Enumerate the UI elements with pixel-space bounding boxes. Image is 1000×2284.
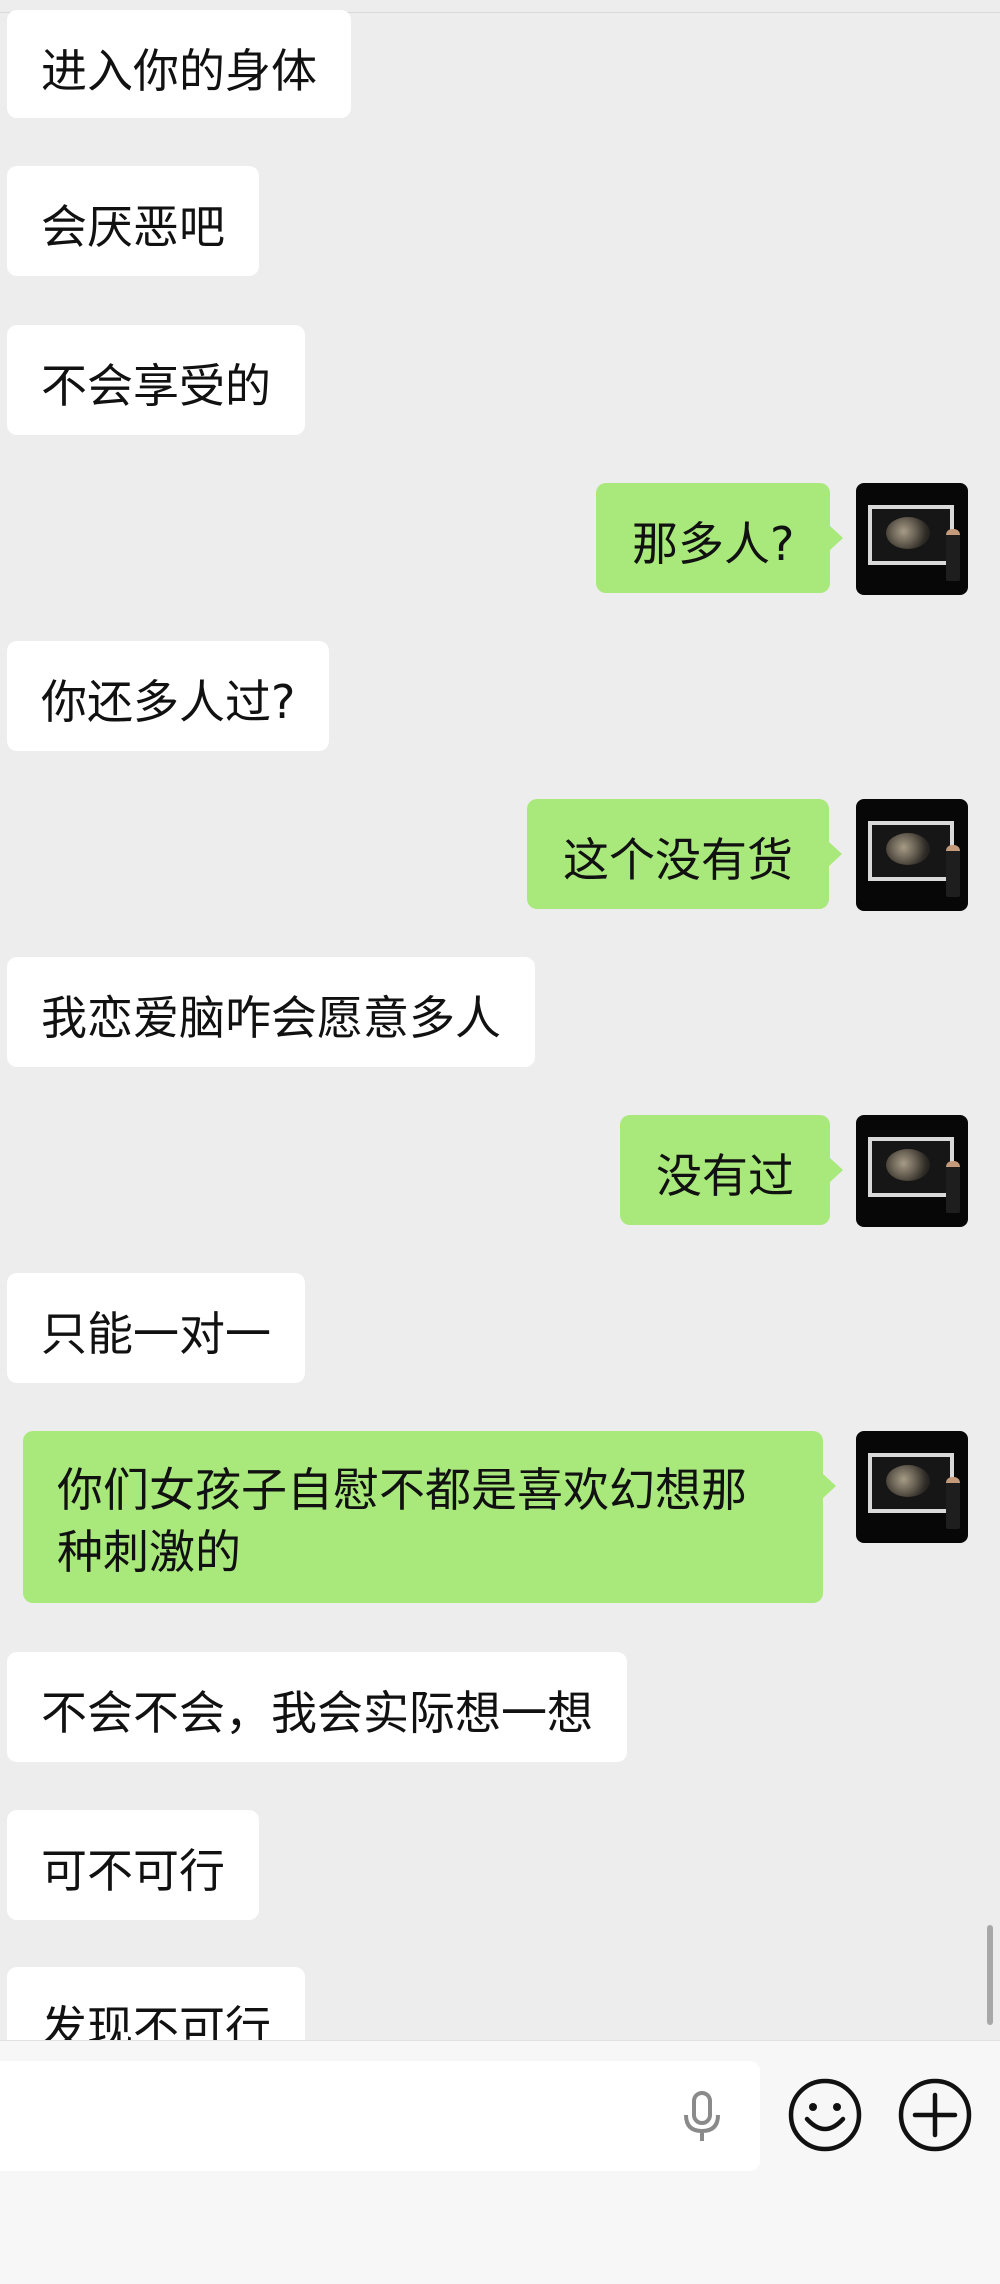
- incoming-message-bubble[interactable]: 会厌恶吧: [7, 166, 259, 276]
- incoming-message-bubble[interactable]: 不会不会，我会实际想一想: [7, 1652, 627, 1762]
- chat-scrollbar[interactable]: [987, 1925, 993, 2025]
- avatar-artwork: [868, 1453, 954, 1513]
- avatar-figure: [946, 845, 960, 897]
- avatar-figure: [946, 529, 960, 581]
- smiley-face-icon[interactable]: [787, 2077, 863, 2153]
- avatar-figure: [946, 1477, 960, 1529]
- incoming-message-bubble[interactable]: 你还多人过?: [7, 641, 330, 751]
- avatar-artwork: [868, 821, 954, 881]
- incoming-message-bubble[interactable]: 不会享受的: [7, 325, 305, 435]
- chat-message-list[interactable]: 进入你的身体 会厌恶吧 不会享受的 那多人? 你还多人过? 这个没有货 我恋爱脑…: [0, 0, 1000, 2040]
- user-avatar[interactable]: [856, 1115, 968, 1227]
- incoming-message-bubble[interactable]: 我恋爱脑咋会愿意多人: [7, 957, 535, 1067]
- incoming-message-bubble[interactable]: 只能一对一: [7, 1273, 305, 1383]
- message-input[interactable]: [0, 2061, 760, 2171]
- plus-circle-icon[interactable]: [897, 2077, 973, 2153]
- outgoing-message-bubble[interactable]: 那多人?: [596, 483, 844, 593]
- incoming-message-bubble[interactable]: 发现不可行: [7, 1967, 305, 2040]
- outgoing-message-bubble[interactable]: 你们女孩子自慰不都是喜欢幻想那种刺激的: [23, 1431, 836, 1603]
- incoming-message-bubble[interactable]: 可不可行: [7, 1810, 259, 1920]
- message-input-bar: [0, 2040, 1000, 2284]
- outgoing-message-bubble[interactable]: 没有过: [620, 1115, 843, 1225]
- user-avatar[interactable]: [856, 483, 968, 595]
- user-avatar[interactable]: [856, 799, 968, 911]
- microphone-icon[interactable]: [680, 2089, 724, 2145]
- avatar-figure: [946, 1161, 960, 1213]
- avatar-artwork: [868, 505, 954, 565]
- user-avatar[interactable]: [856, 1431, 968, 1543]
- avatar-artwork: [868, 1137, 954, 1197]
- outgoing-message-bubble[interactable]: 这个没有货: [527, 799, 842, 909]
- incoming-message-bubble[interactable]: 进入你的身体: [7, 10, 351, 118]
